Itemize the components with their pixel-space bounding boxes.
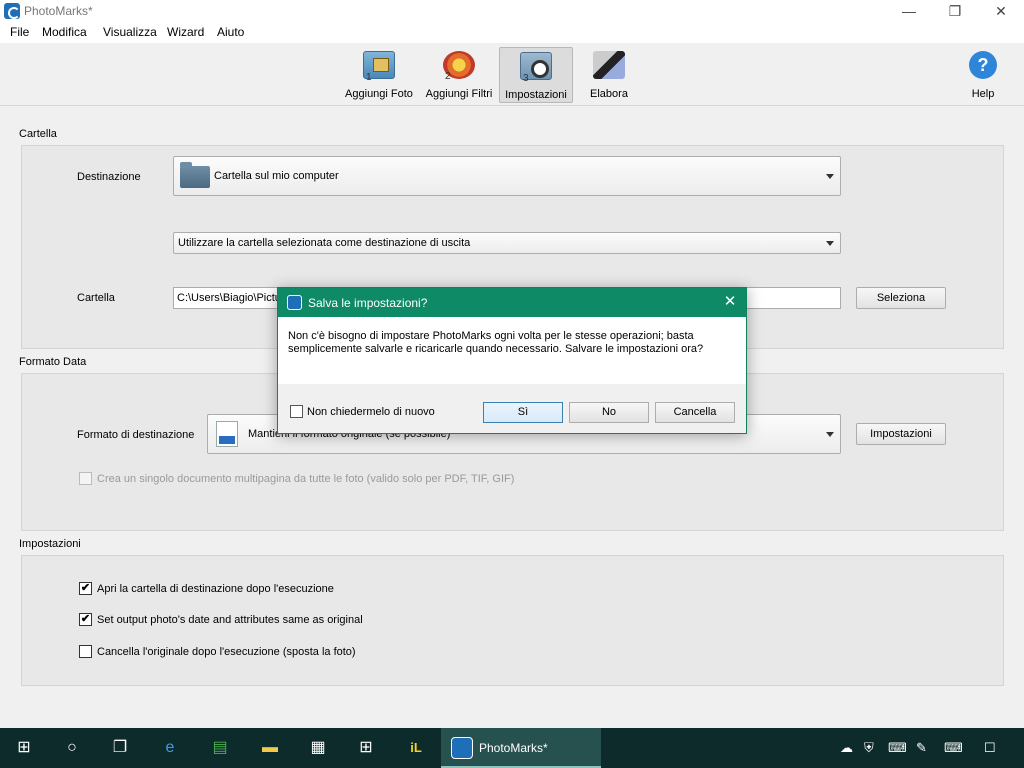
- menu-wizard[interactable]: Wizard: [167, 25, 204, 39]
- window-title: PhotoMarks*: [24, 4, 93, 18]
- add-filters-icon: 2: [443, 51, 475, 82]
- notifications-icon[interactable]: ☐: [984, 740, 996, 756]
- destinazione-label: Destinazione: [77, 171, 141, 183]
- destinazione-value: Cartella sul mio computer: [214, 170, 339, 182]
- multipage-label: Crea un singolo documento multipagina da…: [97, 473, 515, 485]
- help-icon: ?: [969, 51, 997, 79]
- output-mode-dropdown[interactable]: Utilizzare la cartella selezionata come …: [173, 232, 841, 254]
- edge-icon[interactable]: e: [146, 728, 194, 768]
- photomarks-app-icon: [287, 295, 302, 310]
- menu-file[interactable]: File: [10, 25, 29, 39]
- il-app-icon[interactable]: iL: [392, 728, 440, 768]
- seleziona-button[interactable]: Seleziona: [856, 287, 946, 309]
- toolbar-aggiungi-filtri[interactable]: 2 Aggiungi Filtri: [422, 47, 496, 103]
- store-icon[interactable]: ⊞: [342, 728, 390, 768]
- toolbar-label: Elabora: [590, 88, 628, 100]
- toolbar-elabora[interactable]: Elabora: [580, 47, 638, 103]
- menu-visualizza[interactable]: Visualizza: [103, 25, 157, 39]
- start-icon[interactable]: ⊞: [0, 728, 48, 768]
- cartella-path-label: Cartella: [77, 292, 115, 304]
- search-icon[interactable]: ○: [48, 728, 96, 768]
- chevron-down-icon: [826, 174, 834, 179]
- same-attributes-label: Set output photo's date and attributes s…: [97, 614, 363, 626]
- impostazioni-section-title: Impostazioni: [19, 538, 81, 550]
- title-bar: PhotoMarks* — ❐ ✕: [0, 0, 1024, 22]
- menu-aiuto[interactable]: Aiuto: [217, 25, 244, 39]
- impostazioni-group: ✔ Apri la cartella di destinazione dopo …: [21, 555, 1004, 686]
- file-explorer-icon[interactable]: ▬: [246, 728, 294, 768]
- settings-icon: 3: [520, 52, 552, 84]
- menu-bar: File Modifica Visualizza Wizard Aiuto: [0, 22, 1024, 42]
- photomarks-app-icon: [4, 3, 20, 19]
- taskbar-photomarks-label: PhotoMarks*: [479, 741, 548, 755]
- pen-icon[interactable]: ✎: [916, 740, 927, 756]
- no-button[interactable]: No: [569, 402, 649, 423]
- folder-icon: [180, 162, 210, 188]
- chevron-down-icon: [826, 432, 834, 437]
- toolbar: 1 Aggiungi Foto 2 Aggiungi Filtri 3 Impo…: [0, 42, 1024, 106]
- yes-button[interactable]: Sì: [483, 402, 563, 423]
- toolbar-label: Impostazioni: [505, 89, 567, 101]
- multipage-checkbox[interactable]: [79, 472, 92, 485]
- toolbar-impostazioni[interactable]: 3 Impostazioni: [499, 47, 573, 103]
- same-attributes-checkbox[interactable]: ✔: [79, 613, 92, 626]
- toolbar-label: Aggiungi Foto: [345, 88, 413, 100]
- dialog-title: Salva le impostazioni?: [308, 296, 428, 310]
- open-folder-checkbox[interactable]: ✔: [79, 582, 92, 595]
- dialog-title-bar: Salva le impostazioni? ✕: [278, 288, 746, 317]
- formato-section-title: Formato Data: [19, 356, 87, 368]
- taskbar-photomarks[interactable]: PhotoMarks*: [441, 728, 601, 768]
- toolbar-label: Help: [971, 88, 995, 100]
- defender-icon[interactable]: ⛨: [864, 740, 874, 756]
- close-window-button[interactable]: ✕: [978, 0, 1024, 22]
- taskbar: ⊞ ○ ❐ e ▤ ▬ ▦ ⊞ iL PhotoMarks* ☁ ⛨ ⌨ ✎ ⌨…: [0, 728, 1024, 768]
- minimize-button[interactable]: —: [886, 0, 932, 22]
- toolbar-aggiungi-foto[interactable]: 1 Aggiungi Foto: [342, 47, 416, 103]
- process-icon: [593, 51, 625, 79]
- dialog-body: Non c'è bisogno di impostare PhotoMarks …: [278, 317, 746, 384]
- maximize-button[interactable]: ❐: [932, 0, 978, 22]
- task-view-icon[interactable]: ❐: [96, 728, 144, 768]
- delete-original-label: Cancella l'originale dopo l'esecuzione (…: [97, 646, 356, 658]
- cartella-section-title: Cartella: [19, 128, 57, 140]
- formato-label: Formato di destinazione: [77, 429, 195, 441]
- onedrive-icon[interactable]: ☁: [840, 740, 853, 756]
- destinazione-dropdown[interactable]: Cartella sul mio computer: [173, 156, 841, 196]
- toolbar-help[interactable]: ? Help: [958, 47, 1008, 103]
- keyboard-icon[interactable]: ⌨: [944, 740, 963, 756]
- add-photo-icon: 1: [363, 51, 395, 83]
- windows-icon[interactable]: ▦: [294, 728, 342, 768]
- network-icon[interactable]: ⌨: [888, 740, 907, 756]
- dialog-message: Non c'è bisogno di impostare PhotoMarks …: [288, 330, 704, 355]
- cancel-button[interactable]: Cancella: [655, 402, 735, 423]
- photomarks-app-icon: [451, 737, 473, 759]
- chevron-down-icon: [826, 241, 834, 246]
- output-mode-value: Utilizzare la cartella selezionata come …: [178, 237, 471, 249]
- delete-original-checkbox[interactable]: [79, 645, 92, 658]
- dont-ask-label: Non chiedermelo di nuovo: [307, 406, 435, 418]
- dont-ask-checkbox[interactable]: [290, 405, 303, 418]
- cartella-path-value: C:\Users\Biagio\Pictu: [177, 292, 281, 304]
- dialog-close-button[interactable]: ✕: [718, 293, 742, 311]
- impostazioni-format-button[interactable]: Impostazioni: [856, 423, 946, 445]
- toolbar-label: Aggiungi Filtri: [425, 88, 493, 100]
- open-folder-label: Apri la cartella di destinazione dopo l'…: [97, 583, 334, 595]
- format-icon: [216, 421, 238, 447]
- store-app-icon[interactable]: ▤: [196, 728, 244, 768]
- menu-modifica[interactable]: Modifica: [42, 25, 87, 39]
- save-settings-dialog: Salva le impostazioni? ✕ Non c'è bisogno…: [277, 287, 747, 434]
